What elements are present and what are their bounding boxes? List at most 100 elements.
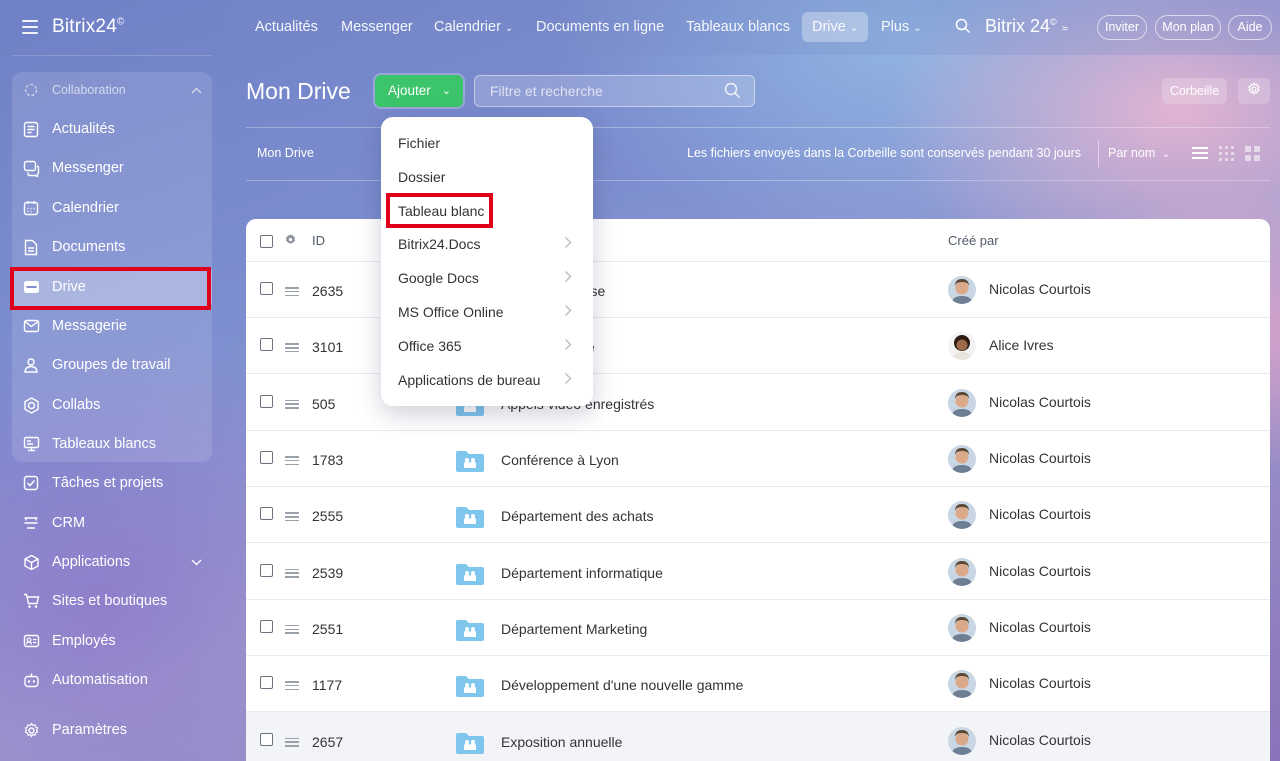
- sidebar-item-messagerie[interactable]: Messagerie: [12, 307, 212, 345]
- cell-name[interactable]: Exposition annuelle: [501, 734, 622, 750]
- folder-icon[interactable]: [456, 450, 484, 473]
- sidebar-item-applications[interactable]: Applications: [12, 543, 212, 581]
- menu-item-dossier[interactable]: Dossier: [381, 160, 593, 194]
- cell-author[interactable]: Alice Ivres: [989, 337, 1054, 353]
- add-button[interactable]: Ajouter ⌄: [375, 75, 463, 107]
- topnav-tableaux-blancs[interactable]: Tableaux blancs: [686, 19, 790, 35]
- filter-search-input[interactable]: [474, 75, 755, 107]
- invite-button[interactable]: Inviter: [1097, 15, 1147, 40]
- folder-icon[interactable]: [456, 619, 484, 641]
- menu-item-google-docs[interactable]: Google Docs: [381, 261, 593, 295]
- sidebar-item-taches-et-projets[interactable]: Tâches et projets: [12, 464, 212, 502]
- column-header-id[interactable]: ID: [312, 233, 325, 248]
- menu-item-bitrix24-docs[interactable]: Bitrix24.Docs: [381, 227, 593, 261]
- column-header-author[interactable]: Créé par: [948, 233, 999, 248]
- topnav-actualites[interactable]: Actualités: [255, 19, 318, 35]
- cell-name[interactable]: Développement d'une nouvelle gamme: [501, 677, 743, 693]
- grid-view-icon[interactable]: [1219, 146, 1234, 166]
- topnav-calendrier[interactable]: Calendrier ⌄: [434, 19, 513, 35]
- search-icon[interactable]: [955, 18, 971, 39]
- breadcrumb[interactable]: Mon Drive: [257, 146, 314, 160]
- cell-name[interactable]: Conférence à Lyon: [501, 452, 619, 468]
- sidebar-item-parametres[interactable]: Paramètres: [12, 711, 212, 749]
- cell-name[interactable]: Département informatique: [501, 565, 663, 581]
- logo[interactable]: Bitrix24©: [52, 16, 125, 38]
- drag-handle-icon[interactable]: [285, 512, 299, 522]
- cell-name[interactable]: Département Marketing: [501, 621, 647, 637]
- table-row[interactable]: 2555 Département des achats Nicolas Courto…: [246, 487, 1270, 544]
- help-button[interactable]: Aide: [1228, 15, 1272, 40]
- drag-handle-icon[interactable]: [285, 399, 299, 409]
- folder-icon[interactable]: [456, 675, 484, 698]
- row-checkbox[interactable]: [260, 282, 273, 296]
- brand-logo[interactable]: Bitrix 24© ≈: [985, 16, 1068, 37]
- sidebar-item-automatisation[interactable]: Automatisation: [12, 661, 212, 699]
- topnav-documents-en-ligne[interactable]: Documents en ligne: [536, 19, 664, 35]
- table-row[interactable]: 1177 Développement d'une nouvelle gamme Ni…: [246, 656, 1270, 713]
- menu-item-office-365[interactable]: Office 365: [381, 329, 593, 363]
- cell-name[interactable]: Département des achats: [501, 508, 654, 524]
- cell-author[interactable]: Nicolas Courtois: [989, 281, 1091, 297]
- row-checkbox[interactable]: [260, 338, 273, 352]
- avatar[interactable]: [948, 726, 976, 755]
- drag-handle-icon[interactable]: [285, 343, 299, 353]
- avatar[interactable]: [948, 670, 976, 699]
- avatar[interactable]: [948, 388, 976, 417]
- avatar[interactable]: [948, 501, 976, 530]
- trash-button[interactable]: Corbeille: [1162, 78, 1227, 104]
- row-checkbox[interactable]: [260, 507, 273, 521]
- row-checkbox[interactable]: [260, 394, 273, 408]
- topnav-messenger[interactable]: Messenger: [341, 19, 413, 35]
- cell-author[interactable]: Nicolas Courtois: [989, 450, 1091, 466]
- gear-icon[interactable]: [284, 233, 297, 251]
- drag-handle-icon[interactable]: [285, 287, 299, 297]
- drag-handle-icon[interactable]: [285, 624, 299, 634]
- cell-author[interactable]: Nicolas Courtois: [989, 619, 1091, 635]
- menu-icon[interactable]: [22, 20, 38, 34]
- folder-icon[interactable]: [456, 732, 484, 754]
- sidebar-item-employes[interactable]: Employés: [12, 622, 212, 660]
- drag-handle-icon[interactable]: [285, 737, 299, 747]
- sidebar-item-sites-et-boutiques[interactable]: Sites et boutiques: [12, 582, 212, 620]
- sidebar-item-documents[interactable]: Documents: [12, 228, 212, 266]
- sidebar-item-actualites[interactable]: Actualités: [12, 110, 212, 148]
- table-row[interactable]: 1783 Conférence à Lyon Nicolas Courtois: [246, 431, 1270, 487]
- topnav-plus[interactable]: Plus ⌄: [881, 19, 922, 35]
- avatar[interactable]: [948, 332, 976, 361]
- settings-button[interactable]: [1238, 78, 1270, 104]
- row-checkbox[interactable]: [260, 451, 273, 465]
- folder-icon[interactable]: [456, 506, 484, 529]
- drag-handle-icon[interactable]: [285, 456, 299, 466]
- avatar[interactable]: [948, 445, 976, 474]
- cell-author[interactable]: Nicolas Courtois: [989, 394, 1091, 410]
- row-checkbox[interactable]: [260, 732, 273, 746]
- sidebar-item-collabs[interactable]: Collabs: [12, 386, 212, 424]
- folder-icon[interactable]: [456, 563, 484, 585]
- avatar[interactable]: [948, 613, 976, 642]
- menu-item-ms-office-online[interactable]: MS Office Online: [381, 295, 593, 329]
- menu-item-applications-de-bureau[interactable]: Applications de bureau: [381, 363, 593, 397]
- list-view-icon[interactable]: [1192, 146, 1208, 165]
- my-plan-button[interactable]: Mon plan: [1155, 15, 1221, 40]
- menu-item-fichier[interactable]: Fichier: [381, 126, 593, 160]
- row-checkbox[interactable]: [260, 563, 273, 577]
- sidebar-item-messenger[interactable]: Messenger: [12, 149, 212, 187]
- sidebar-item-crm[interactable]: CRM: [12, 504, 212, 542]
- table-row[interactable]: 2657 Exposition annuelle Nicolas Courtois: [246, 712, 1270, 761]
- sort-dropdown[interactable]: Par nom ⌄: [1108, 146, 1170, 160]
- large-tiles-view-icon[interactable]: [1245, 146, 1260, 166]
- cell-author[interactable]: Nicolas Courtois: [989, 732, 1091, 748]
- avatar[interactable]: [948, 557, 976, 586]
- select-all-checkbox[interactable]: [260, 235, 273, 248]
- table-row[interactable]: 2551 Département Marketing Nicolas Courtoi…: [246, 600, 1270, 656]
- avatar[interactable]: [948, 276, 976, 305]
- row-checkbox[interactable]: [260, 676, 273, 690]
- table-row[interactable]: 2539 Département informatique Nicolas Cour…: [246, 544, 1270, 600]
- topnav-drive[interactable]: Drive ⌄: [812, 19, 858, 35]
- drag-handle-icon[interactable]: [285, 681, 299, 691]
- sidebar-item-groupes-de-travail[interactable]: Groupes de travail: [12, 346, 212, 384]
- sidebar-item-tableaux-blancs[interactable]: Tableaux blancs: [12, 425, 212, 463]
- cell-author[interactable]: Nicolas Courtois: [989, 506, 1091, 522]
- sidebar-item-calendrier[interactable]: Calendrier: [12, 189, 212, 227]
- cell-author[interactable]: Nicolas Courtois: [989, 675, 1091, 691]
